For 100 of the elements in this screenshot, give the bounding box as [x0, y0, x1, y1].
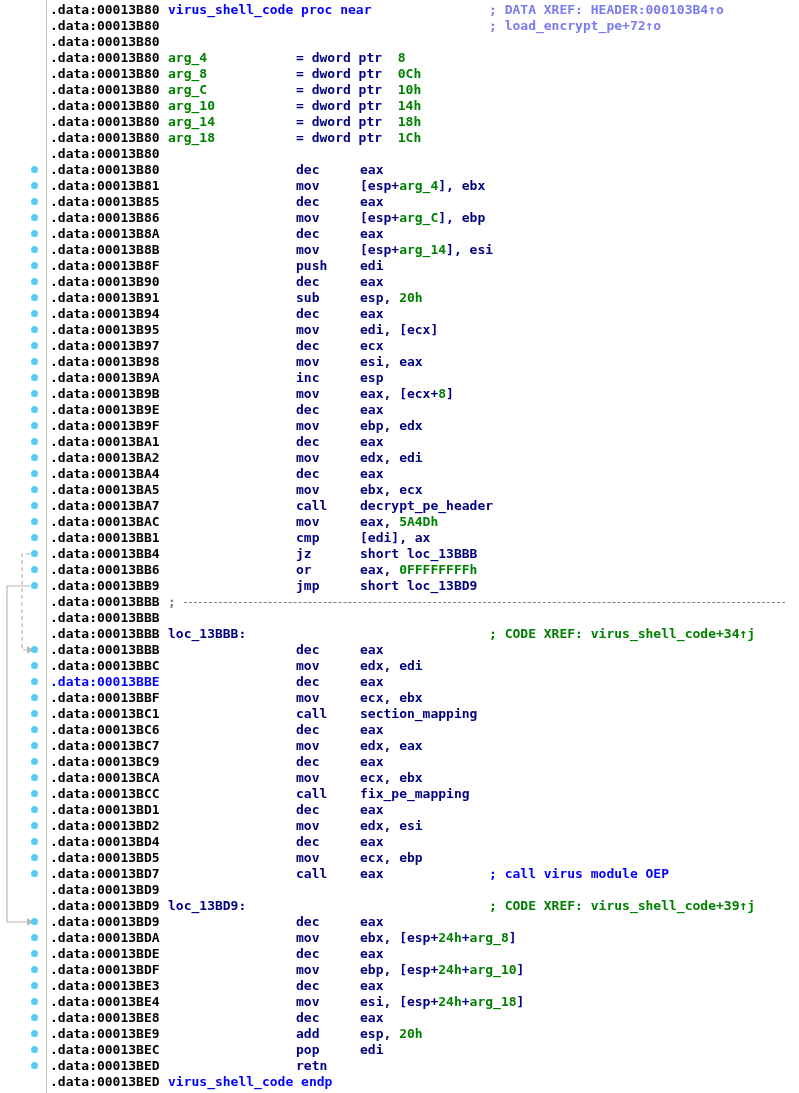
address[interactable]: .data:00013B80 [50, 82, 168, 98]
operand: edx, esi [360, 818, 423, 834]
address[interactable]: .data:00013BA4 [50, 466, 168, 482]
dot-icon [31, 214, 38, 221]
dot-icon [31, 822, 38, 829]
address[interactable]: .data:00013BBB [50, 594, 168, 610]
operand: ebp, [esp+24h+arg_10] [360, 962, 525, 978]
operand: ebp, edx [360, 418, 423, 434]
address[interactable]: .data:00013B80 [50, 146, 168, 162]
argument-definition: = dword ptr 18h [296, 114, 423, 130]
address[interactable]: .data:00013B81 [50, 178, 168, 194]
address[interactable]: .data:00013BC9 [50, 754, 168, 770]
address[interactable]: .data:00013BAC [50, 514, 168, 530]
address[interactable]: .data:00013BCC [50, 786, 168, 802]
address[interactable]: .data:00013B86 [50, 210, 168, 226]
dot-icon [31, 294, 38, 301]
operand: ecx, ebx [360, 690, 423, 706]
address[interactable]: .data:00013BB9 [50, 578, 168, 594]
address[interactable]: .data:00013BDA [50, 930, 168, 946]
address[interactable]: .data:00013B80 [50, 130, 168, 146]
address[interactable]: .data:00013BA7 [50, 498, 168, 514]
address[interactable]: .data:00013BA2 [50, 450, 168, 466]
address[interactable]: .data:00013B9B [50, 386, 168, 402]
address[interactable]: .data:00013BE4 [50, 994, 168, 1010]
argument-name: arg_18 [168, 130, 216, 146]
address[interactable]: .data:00013BA5 [50, 482, 168, 498]
address[interactable]: .data:00013BD2 [50, 818, 168, 834]
mnemonic: mov [296, 818, 321, 834]
mnemonic: dec [296, 754, 321, 770]
address[interactable]: .data:00013B80 [50, 66, 168, 82]
address[interactable]: .data:00013BB4 [50, 546, 168, 562]
operand: ebx, ecx [360, 482, 423, 498]
address[interactable]: .data:00013B80 [50, 98, 168, 114]
address[interactable]: .data:00013BB6 [50, 562, 168, 578]
mnemonic: or [296, 562, 313, 578]
operand: ecx [360, 338, 384, 354]
address[interactable]: .data:00013BD4 [50, 834, 168, 850]
mnemonic: call [296, 498, 329, 514]
address[interactable]: .data:00013B9E [50, 402, 168, 418]
operand: eax [360, 866, 385, 882]
address[interactable]: .data:00013B94 [50, 306, 168, 322]
address[interactable]: .data:00013BE3 [50, 978, 168, 994]
address[interactable]: .data:00013B80 [50, 50, 168, 66]
address[interactable]: .data:00013BEC [50, 1042, 168, 1058]
address[interactable]: .data:00013BA1 [50, 434, 168, 450]
address[interactable]: .data:00013B80 [50, 2, 168, 18]
address[interactable]: .data:00013BE9 [50, 1026, 168, 1042]
address[interactable]: .data:00013BCA [50, 770, 168, 786]
address[interactable]: .data:00013B85 [50, 194, 168, 210]
operand: eax, [ecx+8] [360, 386, 454, 402]
address[interactable]: .data:00013B80 [50, 34, 168, 50]
address[interactable]: .data:00013B8A [50, 226, 168, 242]
mnemonic: pop [296, 1042, 321, 1058]
address[interactable]: .data:00013B91 [50, 290, 168, 306]
address[interactable]: .data:00013BD9 [50, 898, 168, 914]
dot-icon [31, 470, 38, 477]
address[interactable]: .data:00013B8B [50, 242, 168, 258]
operand: esi, eax [360, 354, 423, 370]
address[interactable]: .data:00013BBB [50, 610, 168, 626]
dot-icon [31, 950, 38, 957]
dot-icon [31, 342, 38, 349]
address[interactable]: .data:00013B80 [50, 162, 168, 178]
address[interactable]: .data:00013BBF [50, 690, 168, 706]
address[interactable]: .data:00013BED [50, 1074, 168, 1090]
address[interactable]: .data:00013B8F [50, 258, 168, 274]
operand: eax [360, 914, 384, 930]
mnemonic: jz [296, 546, 313, 562]
address[interactable]: .data:00013BBE [50, 674, 168, 690]
address[interactable]: .data:00013BC6 [50, 722, 168, 738]
address[interactable]: .data:00013B97 [50, 338, 168, 354]
address[interactable]: .data:00013BDE [50, 946, 168, 962]
argument-definition: = dword ptr 8 [296, 50, 407, 66]
address[interactable]: .data:00013BD9 [50, 914, 168, 930]
operand: eax [360, 434, 384, 450]
address[interactable]: .data:00013BD9 [50, 882, 168, 898]
address[interactable]: .data:00013B98 [50, 354, 168, 370]
address[interactable]: .data:00013BD1 [50, 802, 168, 818]
dot-icon [31, 374, 38, 381]
address[interactable]: .data:00013BDF [50, 962, 168, 978]
address[interactable]: .data:00013B9A [50, 370, 168, 386]
address[interactable]: .data:00013BBC [50, 658, 168, 674]
address[interactable]: .data:00013BC7 [50, 738, 168, 754]
comment: ; call virus module OEP [489, 866, 669, 882]
address[interactable]: .data:00013B95 [50, 322, 168, 338]
comment: ; CODE XREF: virus_shell_code+34↑j [489, 626, 756, 642]
operand: [esp+arg_C], ebp [360, 210, 486, 226]
address[interactable]: .data:00013B80 [50, 114, 168, 130]
address[interactable]: .data:00013B9F [50, 418, 168, 434]
address[interactable]: .data:00013B90 [50, 274, 168, 290]
address[interactable]: .data:00013BED [50, 1058, 168, 1074]
address[interactable]: .data:00013BC1 [50, 706, 168, 722]
address[interactable]: .data:00013BD5 [50, 850, 168, 866]
address[interactable]: .data:00013BBB [50, 642, 168, 658]
address[interactable]: .data:00013B80 [50, 18, 168, 34]
operand: esi, [esp+24h+arg_18] [360, 994, 525, 1010]
address[interactable]: .data:00013BD7 [50, 866, 168, 882]
operand: decrypt_pe_header [360, 498, 494, 514]
address[interactable]: .data:00013BB1 [50, 530, 168, 546]
address[interactable]: .data:00013BE8 [50, 1010, 168, 1026]
address[interactable]: .data:00013BBB [50, 626, 168, 642]
